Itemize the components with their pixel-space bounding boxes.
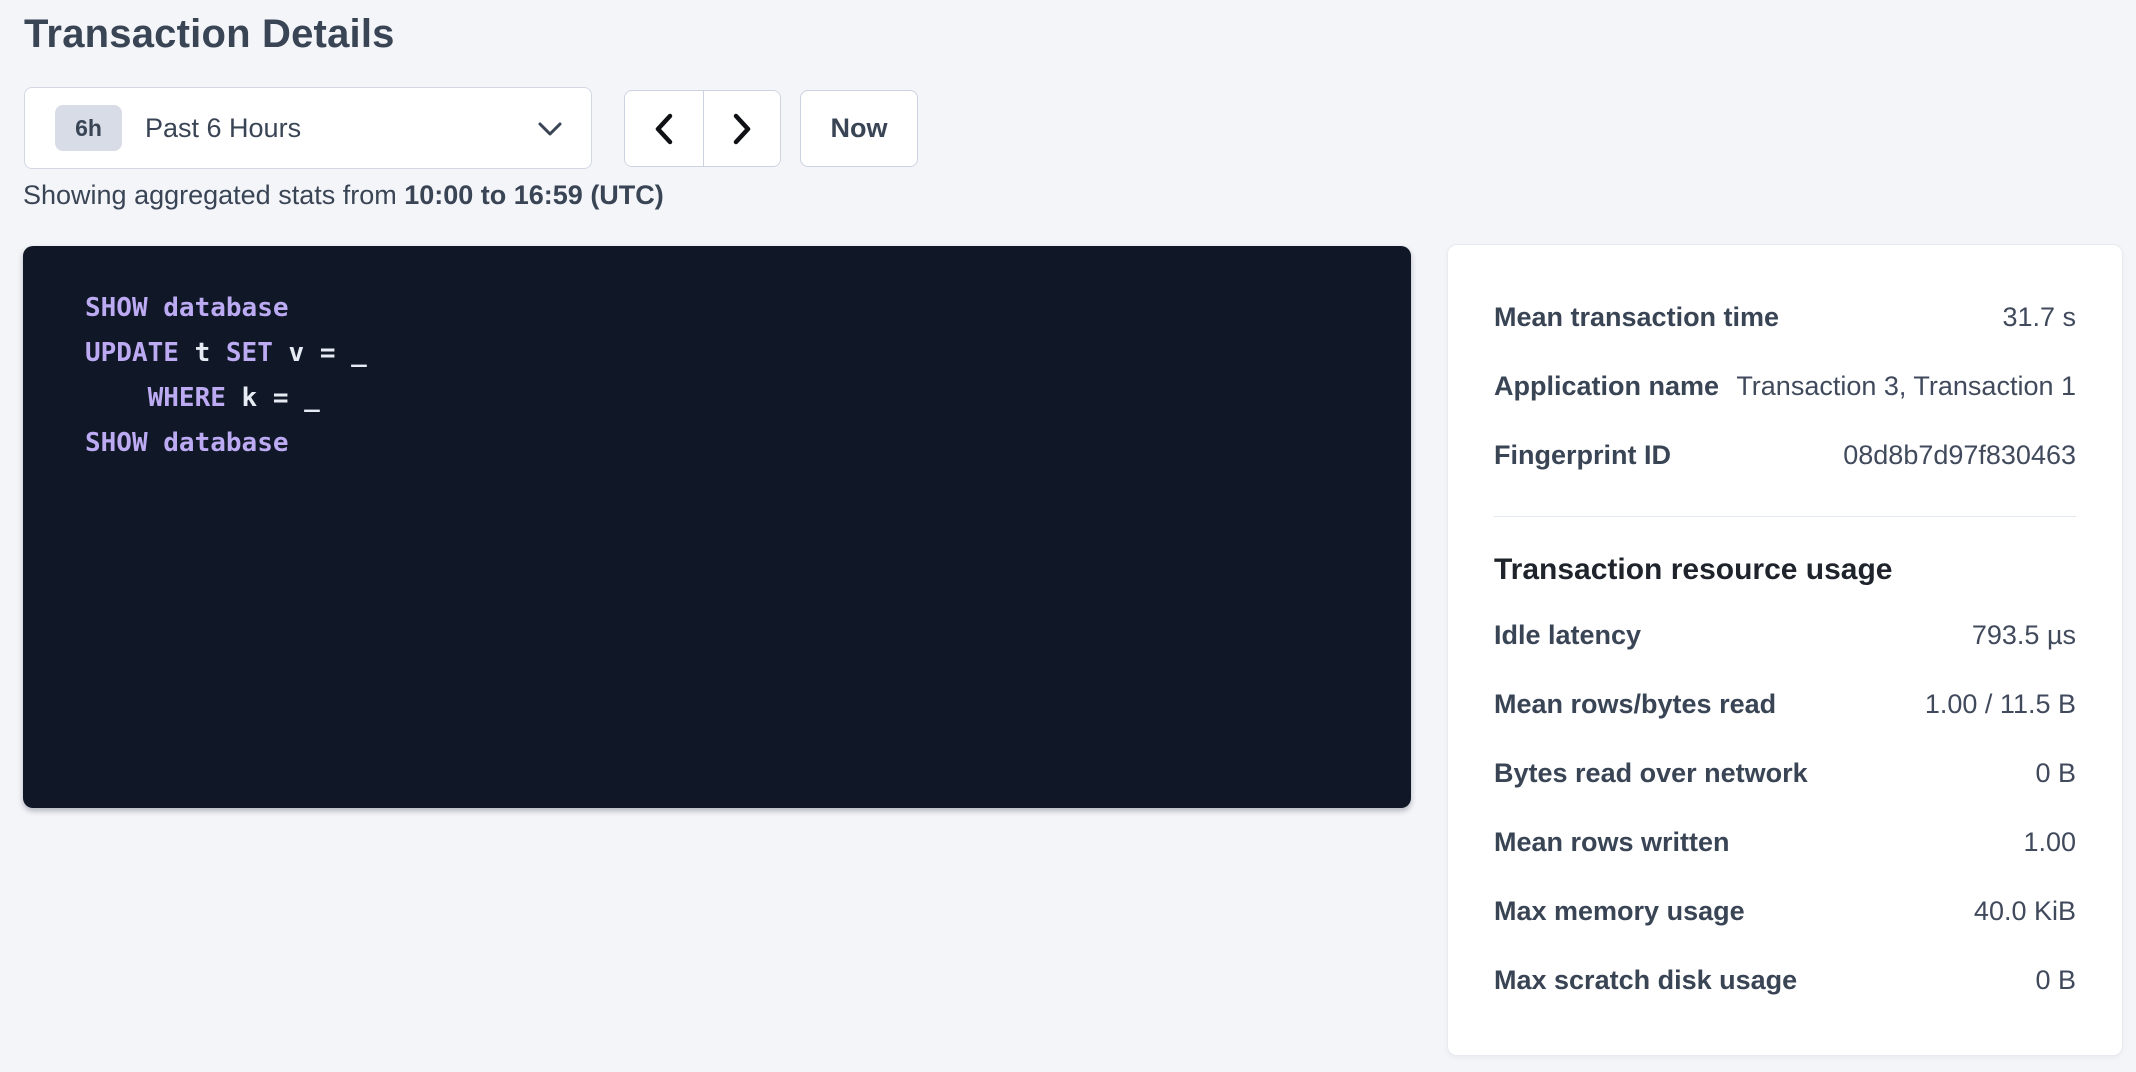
sql-statement-box: SHOW databaseUPDATE t SET v = _ WHERE k … [23,246,1411,808]
stat-row: Bytes read over network 0 B [1494,739,2076,808]
chevron-right-icon [732,113,752,145]
aggregation-summary-prefix: Showing aggregated stats from [23,180,404,210]
chevron-down-icon [537,121,563,137]
stat-row: Application name Transaction 3, Transacti… [1494,352,2076,421]
transaction-details-card: Mean transaction time 31.7 s Application n… [1447,244,2123,1056]
stat-label: Max scratch disk usage [1494,965,1797,996]
stat-label: Mean rows written [1494,827,1730,858]
stat-value: 08d8b7d97f830463 [1843,440,2076,471]
previous-timeframe-button[interactable] [625,91,703,166]
stat-value: 31.7 s [2002,302,2076,333]
stat-row: Max scratch disk usage 0 B [1494,946,2076,1015]
stat-label: Fingerprint ID [1494,440,1671,471]
chevron-left-icon [654,113,674,145]
stat-row: Mean rows written 1.00 [1494,808,2076,877]
stat-value: 40.0 KiB [1974,896,2076,927]
sql-line: UPDATE t SET v = _ [85,331,1381,376]
sql-statement: SHOW databaseUPDATE t SET v = _ WHERE k … [85,286,1381,466]
time-range-badge: 6h [55,105,122,151]
stat-row: Mean transaction time 31.7 s [1494,283,2076,352]
stat-row: Idle latency 793.5 µs [1494,601,2076,670]
resource-usage-title: Transaction resource usage [1494,553,2076,587]
stat-label: Mean transaction time [1494,302,1779,333]
stat-label: Idle latency [1494,620,1641,651]
stat-value: 0 B [2035,965,2076,996]
page-title: Transaction Details [24,12,395,57]
stat-value: 793.5 µs [1972,620,2076,651]
stat-row: Max memory usage 40.0 KiB [1494,877,2076,946]
time-nav-group [624,90,781,167]
stat-label: Bytes read over network [1494,758,1808,789]
stat-label: Max memory usage [1494,896,1745,927]
time-range-label: Past 6 Hours [145,113,301,144]
sql-line: SHOW database [85,286,1381,331]
stat-value: Transaction 3, Transaction 1 [1736,371,2076,402]
aggregation-summary: Showing aggregated stats from 10:00 to 1… [23,180,664,211]
next-timeframe-button[interactable] [703,91,781,166]
stat-row: Fingerprint ID 08d8b7d97f830463 [1494,421,2076,490]
sql-line: WHERE k = _ [85,376,1381,421]
transaction-summary-rows: Mean transaction time 31.7 s Application n… [1494,283,2076,490]
now-button[interactable]: Now [800,90,918,167]
aggregation-summary-range: 10:00 to 16:59 (UTC) [404,180,664,210]
resource-usage-rows: Idle latency 793.5 µs Mean rows/bytes read… [1494,601,2076,1015]
sql-line: SHOW database [85,421,1381,466]
stat-label: Mean rows/bytes read [1494,689,1776,720]
stat-value: 1.00 [2023,827,2076,858]
time-range-dropdown[interactable]: 6h Past 6 Hours [24,87,592,169]
stat-value: 0 B [2035,758,2076,789]
stat-label: Application name [1494,371,1719,402]
stat-row: Mean rows/bytes read 1.00 / 11.5 B [1494,670,2076,739]
transaction-details-page: Transaction Details 6h Past 6 Hours [0,0,2136,1072]
stat-value: 1.00 / 11.5 B [1925,689,2076,720]
card-divider [1494,516,2076,517]
